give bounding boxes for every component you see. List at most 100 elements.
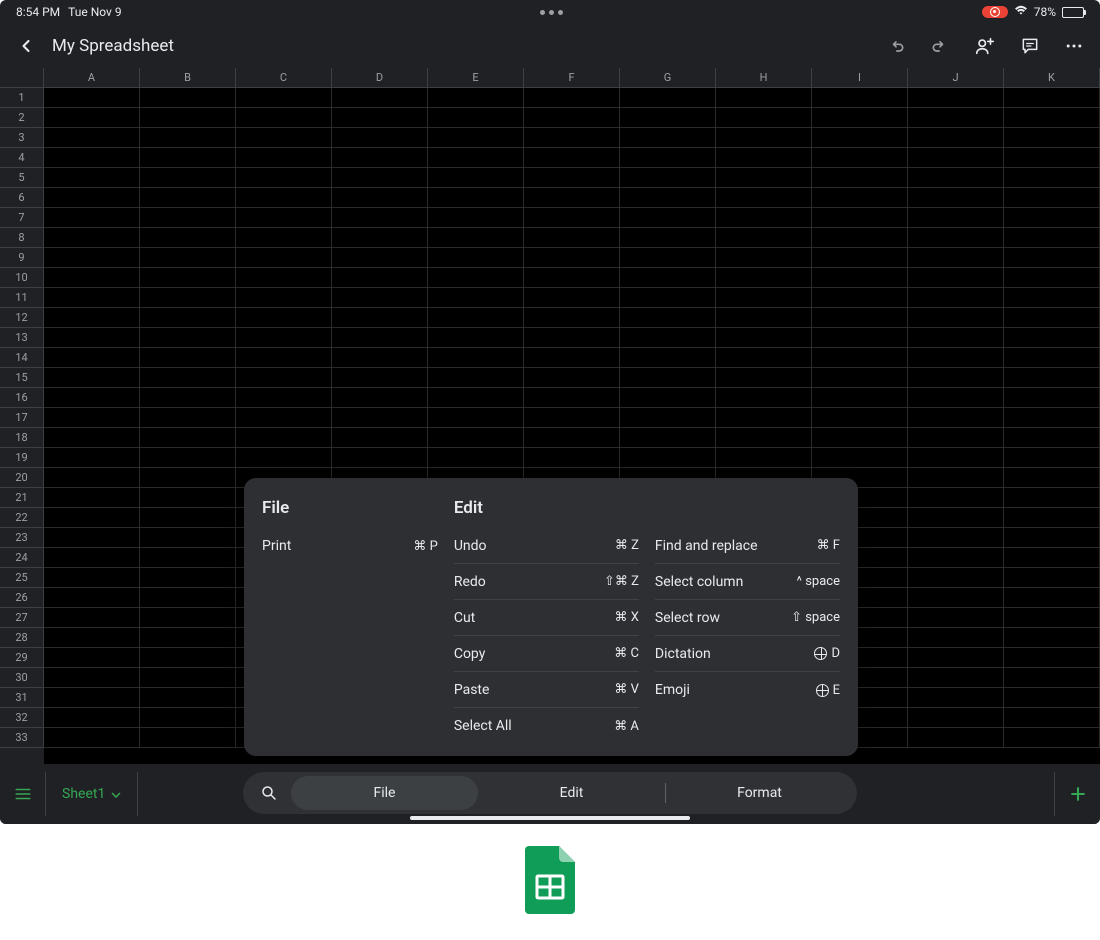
- cell[interactable]: [1004, 408, 1100, 428]
- cell[interactable]: [1004, 668, 1100, 688]
- cell[interactable]: [236, 128, 332, 148]
- cell[interactable]: [524, 328, 620, 348]
- cell[interactable]: [140, 548, 236, 568]
- shortcut-item[interactable]: Find and replace⌘ F: [655, 528, 840, 564]
- tab-edit[interactable]: Edit: [478, 776, 665, 810]
- cell[interactable]: [812, 168, 908, 188]
- cell[interactable]: [44, 88, 140, 108]
- cell[interactable]: [620, 108, 716, 128]
- home-indicator[interactable]: [410, 816, 690, 820]
- cell[interactable]: [44, 268, 140, 288]
- cell[interactable]: [524, 268, 620, 288]
- cell[interactable]: [908, 588, 1004, 608]
- cell[interactable]: [716, 208, 812, 228]
- cell[interactable]: [812, 368, 908, 388]
- shortcut-item[interactable]: Undo⌘ Z: [454, 528, 639, 564]
- search-button[interactable]: [247, 784, 291, 802]
- cell[interactable]: [140, 448, 236, 468]
- back-button[interactable]: [16, 36, 36, 56]
- cell[interactable]: [44, 328, 140, 348]
- cell[interactable]: [1004, 108, 1100, 128]
- cell[interactable]: [44, 448, 140, 468]
- cell[interactable]: [140, 128, 236, 148]
- cell[interactable]: [140, 488, 236, 508]
- row-header[interactable]: 18: [0, 428, 44, 448]
- cell[interactable]: [332, 88, 428, 108]
- row-header[interactable]: 17: [0, 408, 44, 428]
- cell[interactable]: [140, 148, 236, 168]
- cell[interactable]: [44, 228, 140, 248]
- cell[interactable]: [620, 448, 716, 468]
- cell[interactable]: [140, 248, 236, 268]
- cell[interactable]: [908, 228, 1004, 248]
- cell[interactable]: [812, 428, 908, 448]
- cell[interactable]: [332, 288, 428, 308]
- cell[interactable]: [1004, 568, 1100, 588]
- cell[interactable]: [812, 308, 908, 328]
- cell[interactable]: [716, 248, 812, 268]
- cell[interactable]: [140, 228, 236, 248]
- cell[interactable]: [812, 328, 908, 348]
- cell[interactable]: [812, 408, 908, 428]
- cell[interactable]: [1004, 388, 1100, 408]
- cell[interactable]: [236, 88, 332, 108]
- cell[interactable]: [812, 128, 908, 148]
- cell[interactable]: [908, 208, 1004, 228]
- cell[interactable]: [1004, 488, 1100, 508]
- cell[interactable]: [524, 308, 620, 328]
- cell[interactable]: [44, 148, 140, 168]
- cell[interactable]: [44, 668, 140, 688]
- cell[interactable]: [332, 408, 428, 428]
- cell[interactable]: [908, 348, 1004, 368]
- cell[interactable]: [236, 448, 332, 468]
- cell[interactable]: [1004, 448, 1100, 468]
- cell[interactable]: [44, 508, 140, 528]
- cell[interactable]: [908, 528, 1004, 548]
- cell[interactable]: [908, 628, 1004, 648]
- cell[interactable]: [1004, 648, 1100, 668]
- cell[interactable]: [1004, 708, 1100, 728]
- cell[interactable]: [44, 408, 140, 428]
- cell[interactable]: [140, 288, 236, 308]
- cell[interactable]: [332, 148, 428, 168]
- cell[interactable]: [44, 488, 140, 508]
- row-header[interactable]: 22: [0, 508, 44, 528]
- cell[interactable]: [908, 688, 1004, 708]
- cell[interactable]: [524, 288, 620, 308]
- cell[interactable]: [140, 468, 236, 488]
- shortcut-item[interactable]: Copy⌘ C: [454, 636, 639, 672]
- shortcut-item[interactable]: EmojiE: [655, 672, 840, 708]
- cell[interactable]: [332, 128, 428, 148]
- row-header[interactable]: 13: [0, 328, 44, 348]
- cell[interactable]: [620, 168, 716, 188]
- column-header[interactable]: H: [716, 68, 812, 88]
- cell[interactable]: [524, 208, 620, 228]
- row-header[interactable]: 12: [0, 308, 44, 328]
- shortcut-item[interactable]: Select All⌘ A: [454, 708, 639, 744]
- cell[interactable]: [236, 408, 332, 428]
- cell[interactable]: [44, 348, 140, 368]
- cell[interactable]: [1004, 548, 1100, 568]
- cell[interactable]: [524, 228, 620, 248]
- cell[interactable]: [908, 648, 1004, 668]
- cell[interactable]: [716, 188, 812, 208]
- cell[interactable]: [716, 228, 812, 248]
- row-header[interactable]: 5: [0, 168, 44, 188]
- cell[interactable]: [908, 668, 1004, 688]
- cell[interactable]: [44, 468, 140, 488]
- cell[interactable]: [44, 568, 140, 588]
- shortcut-item[interactable]: Select column^ space: [655, 564, 840, 600]
- sheets-menu-button[interactable]: [0, 772, 46, 816]
- cell[interactable]: [140, 628, 236, 648]
- cell[interactable]: [716, 168, 812, 188]
- grabber-dots[interactable]: [540, 10, 563, 15]
- cell[interactable]: [1004, 328, 1100, 348]
- cell[interactable]: [140, 428, 236, 448]
- cell[interactable]: [428, 188, 524, 208]
- cell[interactable]: [140, 168, 236, 188]
- cell[interactable]: [140, 328, 236, 348]
- cell[interactable]: [812, 288, 908, 308]
- cell[interactable]: [524, 188, 620, 208]
- cell[interactable]: [620, 228, 716, 248]
- cell[interactable]: [140, 108, 236, 128]
